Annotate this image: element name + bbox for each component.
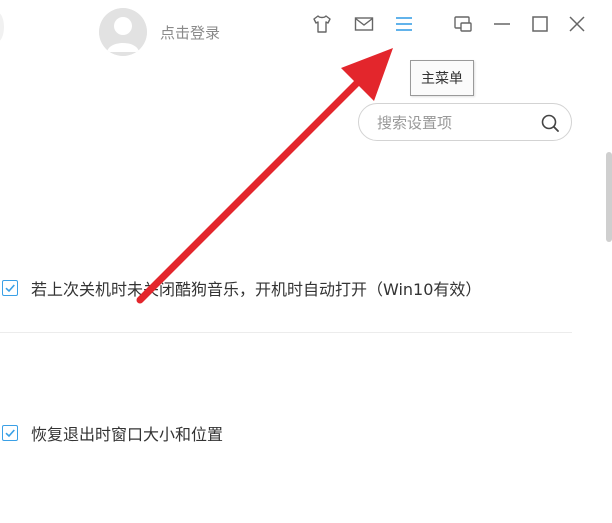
- avatar[interactable]: [99, 8, 147, 56]
- auto-start-option[interactable]: 若上次关机时未关闭酷狗音乐，开机时自动打开（Win10有效）: [2, 276, 481, 300]
- main-menu-icon: [396, 17, 412, 31]
- auto-start-label: 若上次关机时未关闭酷狗音乐，开机时自动打开（Win10有效）: [31, 280, 482, 299]
- avatar-icon: [99, 8, 147, 56]
- restore-window-option[interactable]: 恢复退出时窗口大小和位置: [2, 421, 223, 445]
- mini-mode-icon: [454, 16, 472, 32]
- auto-start-checkbox[interactable]: [2, 280, 18, 296]
- window-edge-decoration: [0, 12, 4, 42]
- search-input[interactable]: [375, 110, 529, 136]
- skin-icon: [313, 15, 331, 33]
- minimize-button[interactable]: [489, 11, 515, 37]
- scrollbar-thumb[interactable]: [606, 152, 612, 242]
- login-link[interactable]: 点击登录: [160, 22, 220, 43]
- maximize-icon: [532, 16, 548, 32]
- search-button[interactable]: [537, 110, 563, 136]
- mail-icon: [354, 17, 374, 31]
- restore-window-label: 恢复退出时窗口大小和位置: [31, 425, 224, 444]
- main-menu-button[interactable]: [391, 11, 417, 37]
- maximize-button[interactable]: [527, 11, 553, 37]
- title-bar: 点击登录: [0, 0, 612, 56]
- close-button[interactable]: [564, 11, 590, 37]
- mail-button[interactable]: [351, 11, 377, 37]
- restore-window-checkbox[interactable]: [2, 425, 18, 441]
- settings-search-box: [358, 103, 572, 141]
- checkmark-icon: [5, 429, 15, 438]
- minimize-icon: [494, 23, 510, 25]
- skin-button[interactable]: [309, 11, 335, 37]
- main-menu-tooltip: 主菜单: [410, 60, 474, 96]
- search-icon: [541, 114, 559, 132]
- close-icon: [569, 16, 585, 32]
- mini-mode-button[interactable]: [450, 11, 476, 37]
- divider: [0, 332, 572, 333]
- checkmark-icon: [5, 284, 15, 293]
